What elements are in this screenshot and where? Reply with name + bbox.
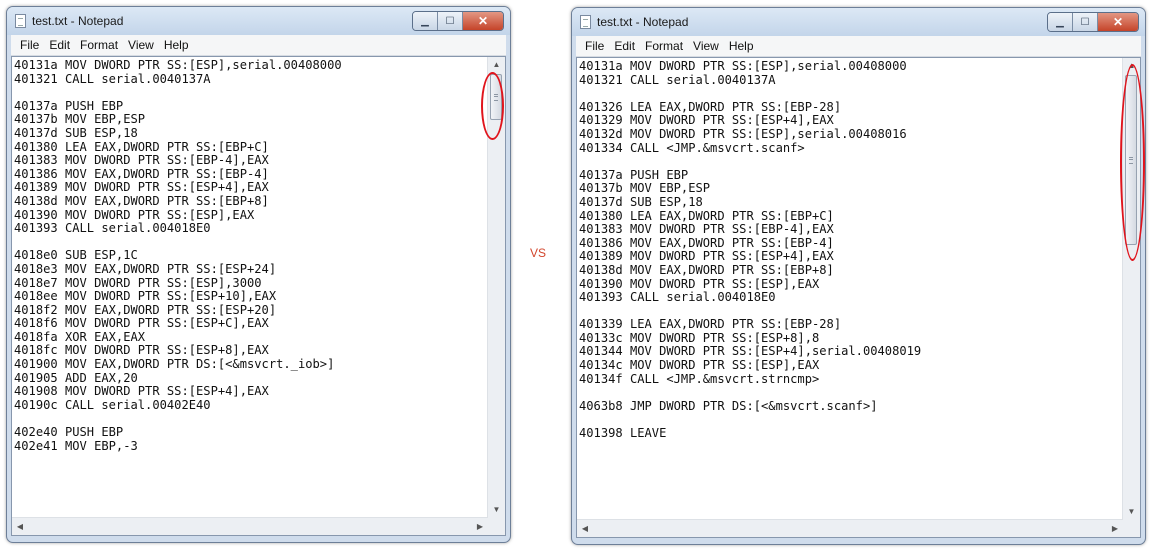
- scroll-up-arrow-icon[interactable]: ▲: [488, 57, 505, 73]
- maximize-button[interactable]: ☐: [1073, 13, 1098, 31]
- menu-file[interactable]: File: [580, 39, 609, 53]
- close-button[interactable]: ✕: [1098, 13, 1138, 31]
- window-controls: ▁ ☐ ✕: [1047, 12, 1139, 32]
- close-button[interactable]: ✕: [463, 12, 503, 30]
- highlight-ellipse-left: [481, 72, 504, 140]
- horizontal-scrollbar[interactable]: ◀ ▶: [577, 519, 1123, 537]
- text-editor[interactable]: 40131a MOV DWORD PTR SS:[ESP],serial.004…: [576, 57, 1141, 538]
- text-editor[interactable]: 40131a MOV DWORD PTR SS:[ESP],serial.004…: [11, 56, 506, 536]
- menu-view[interactable]: View: [688, 39, 724, 53]
- scroll-left-arrow-icon[interactable]: ◀: [12, 518, 28, 535]
- horizontal-scrollbar[interactable]: ◀ ▶: [12, 517, 488, 535]
- window-title: test.txt - Notepad: [32, 14, 124, 28]
- resize-grip-icon[interactable]: [1123, 520, 1140, 537]
- menu-edit[interactable]: Edit: [44, 38, 75, 52]
- window-controls: ▁ ☐ ✕: [412, 11, 504, 31]
- notepad-icon: [15, 14, 26, 28]
- resize-grip-icon[interactable]: [488, 518, 505, 535]
- maximize-button[interactable]: ☐: [438, 12, 463, 30]
- minimize-button[interactable]: ▁: [413, 12, 438, 30]
- scroll-right-arrow-icon[interactable]: ▶: [1107, 520, 1123, 537]
- notepad-icon: [580, 15, 591, 29]
- menu-bar: File Edit Format View Help: [11, 35, 506, 56]
- scroll-left-arrow-icon[interactable]: ◀: [577, 520, 593, 537]
- scroll-down-arrow-icon[interactable]: ▼: [1123, 504, 1140, 520]
- menu-file[interactable]: File: [15, 38, 44, 52]
- scroll-down-arrow-icon[interactable]: ▼: [488, 502, 505, 518]
- vs-label: VS: [530, 246, 547, 260]
- menu-help[interactable]: Help: [159, 38, 194, 52]
- menu-format[interactable]: Format: [640, 39, 688, 53]
- minimize-button[interactable]: ▁: [1048, 13, 1073, 31]
- notepad-window-right: test.txt - Notepad ▁ ☐ ✕ File Edit Forma…: [571, 7, 1146, 545]
- editor-content[interactable]: 40131a MOV DWORD PTR SS:[ESP],serial.004…: [14, 58, 485, 453]
- editor-content[interactable]: 40131a MOV DWORD PTR SS:[ESP],serial.004…: [579, 59, 1120, 441]
- title-bar[interactable]: test.txt - Notepad ▁ ☐ ✕: [572, 8, 1145, 36]
- window-title: test.txt - Notepad: [597, 15, 689, 29]
- menu-view[interactable]: View: [123, 38, 159, 52]
- title-bar[interactable]: test.txt - Notepad ▁ ☐ ✕: [7, 7, 510, 35]
- scroll-right-arrow-icon[interactable]: ▶: [472, 518, 488, 535]
- highlight-ellipse-right: [1120, 64, 1145, 261]
- menu-edit[interactable]: Edit: [609, 39, 640, 53]
- menu-bar: File Edit Format View Help: [576, 36, 1141, 57]
- menu-help[interactable]: Help: [724, 39, 759, 53]
- menu-format[interactable]: Format: [75, 38, 123, 52]
- notepad-window-left: test.txt - Notepad ▁ ☐ ✕ File Edit Forma…: [6, 6, 511, 543]
